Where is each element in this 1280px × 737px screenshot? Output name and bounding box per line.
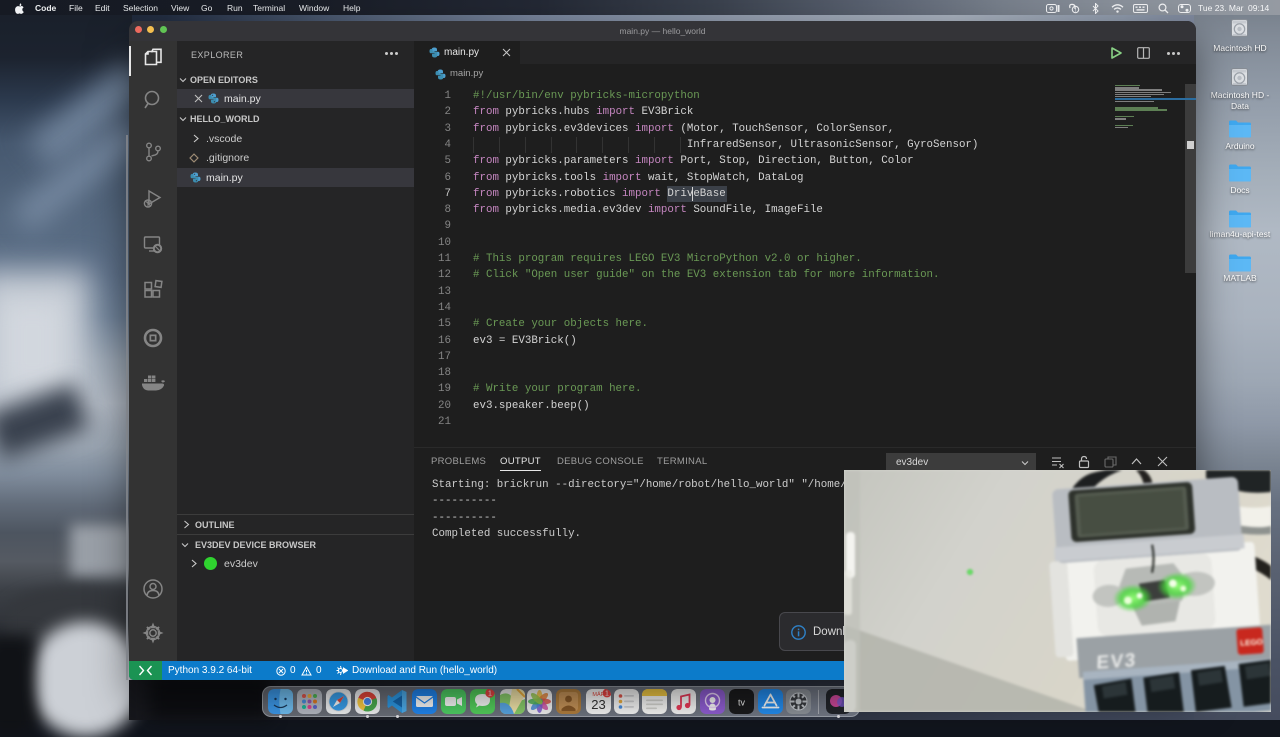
svg-text:1: 1 <box>605 691 609 698</box>
svg-text:tv: tv <box>738 698 746 708</box>
svg-text:LEGO: LEGO <box>1240 637 1263 648</box>
svg-text:23: 23 <box>591 697 605 712</box>
svg-text:1: 1 <box>488 690 492 697</box>
